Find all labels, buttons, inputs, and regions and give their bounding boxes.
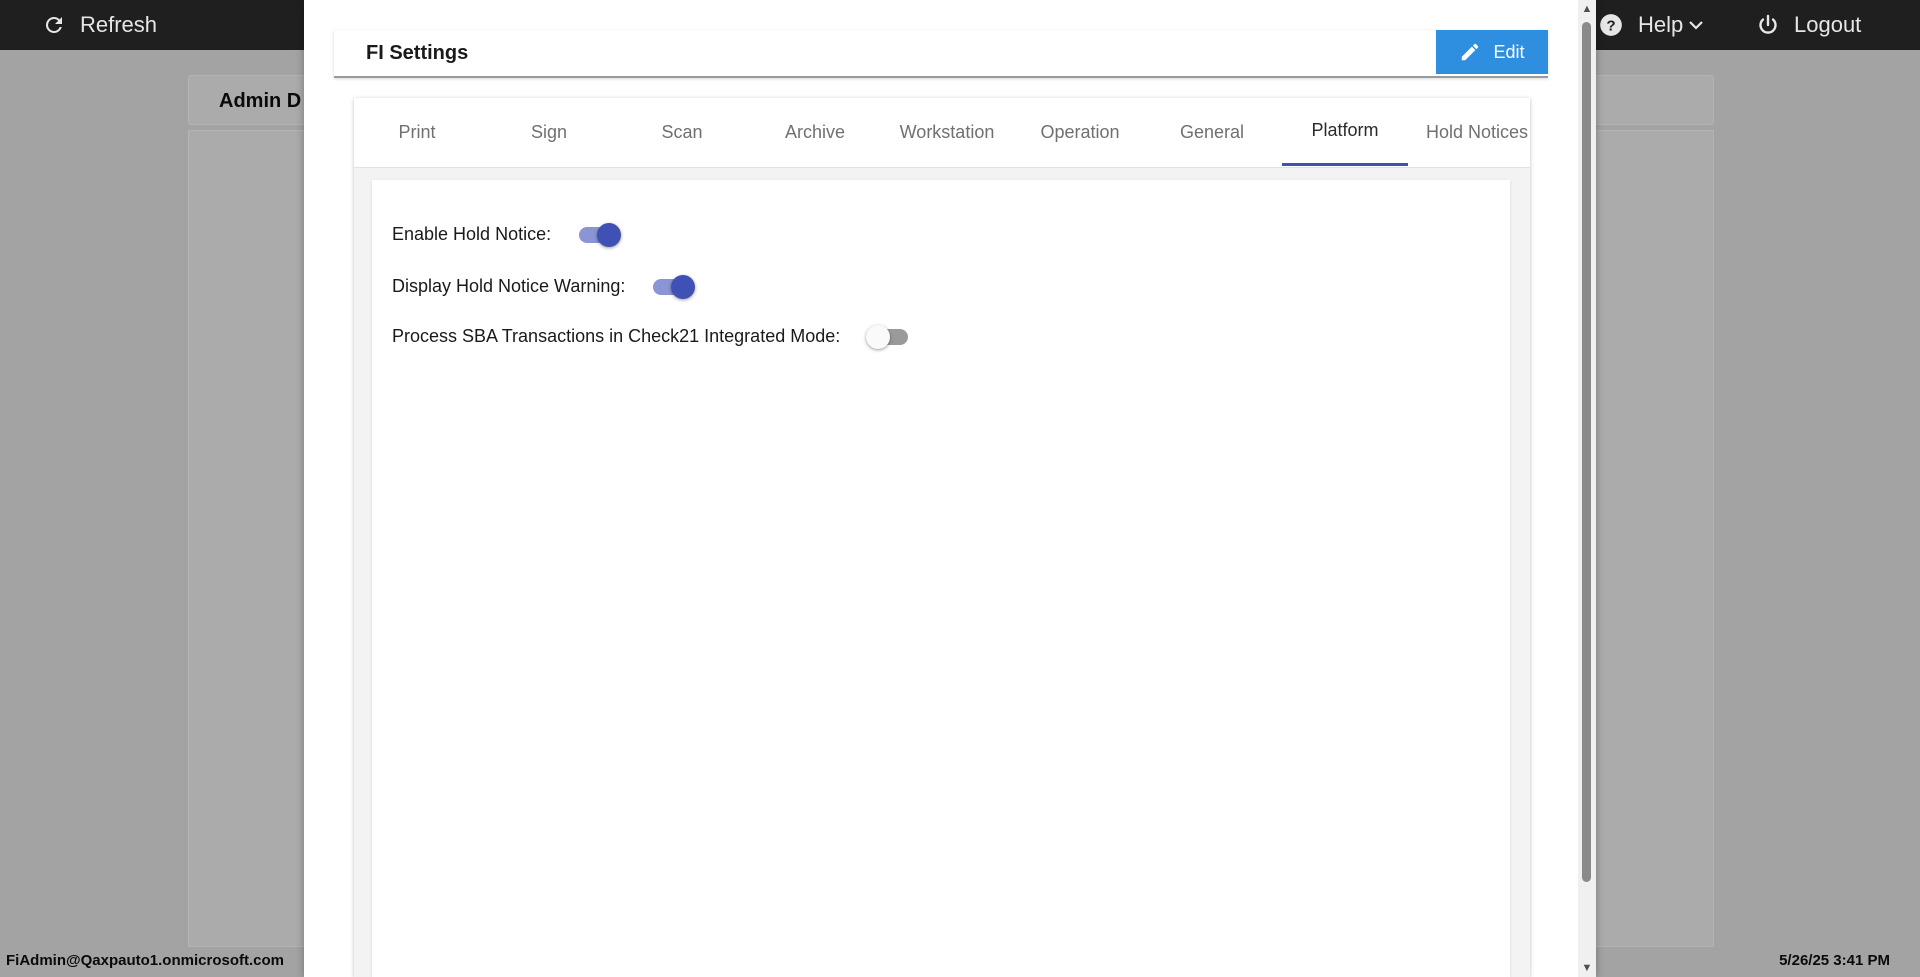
- setting-label: Enable Hold Notice:: [392, 223, 552, 244]
- tab-workstation[interactable]: Workstation: [884, 98, 1010, 166]
- tab-bar: Print Sign Scan Archive Workstation Oper…: [354, 98, 1530, 168]
- toggle-thumb: [597, 223, 622, 247]
- toggle-thumb: [866, 325, 891, 349]
- edit-label: Edit: [1493, 41, 1525, 62]
- setting-label: Display Hold Notice Warning:: [392, 275, 626, 296]
- modal-header: FI Settings Edit: [334, 30, 1548, 78]
- pencil-icon: [1459, 41, 1481, 63]
- setting-label: Process SBA Transactions in Check21 Inte…: [392, 325, 841, 346]
- logout-button[interactable]: Logout: [1756, 0, 1861, 50]
- chevron-down-icon: [1689, 20, 1704, 30]
- setting-process-sba-check21: Process SBA Transactions in Check21 Inte…: [392, 322, 910, 350]
- admin-title: Admin D: [219, 90, 302, 112]
- modal-title: FI Settings: [366, 42, 469, 64]
- process-sba-check21-toggle[interactable]: [866, 322, 910, 350]
- tab-hold-notices[interactable]: Hold Notices: [1414, 98, 1530, 166]
- help-label: Help: [1638, 12, 1684, 37]
- help-circle-icon: ?: [1598, 12, 1624, 38]
- fi-settings-modal: FI Settings Edit Print Sign Scan Archive…: [304, 0, 1596, 977]
- tab-print[interactable]: Print: [354, 98, 480, 166]
- edit-button[interactable]: Edit: [1436, 30, 1548, 74]
- tab-operation[interactable]: Operation: [1017, 98, 1143, 166]
- refresh-icon: [42, 13, 66, 37]
- setting-enable-hold-notice: Enable Hold Notice:: [392, 220, 622, 248]
- logout-label: Logout: [1794, 12, 1862, 37]
- refresh-button[interactable]: Refresh: [42, 0, 157, 50]
- tab-sign[interactable]: Sign: [486, 98, 612, 166]
- tab-scan[interactable]: Scan: [619, 98, 745, 166]
- scroll-down-icon[interactable]: ▼: [1578, 959, 1596, 977]
- platform-settings-panel: Enable Hold Notice: Display Hold Notice …: [372, 180, 1510, 977]
- tab-archive[interactable]: Archive: [752, 98, 878, 166]
- help-menu[interactable]: ? Help: [1598, 0, 1704, 50]
- toggle-thumb: [671, 275, 696, 299]
- settings-tabs-card: Print Sign Scan Archive Workstation Oper…: [354, 98, 1530, 977]
- svg-text:?: ?: [1606, 17, 1615, 34]
- footer-user: FiAdmin@Qaxpauto1.onmicrosoft.com: [6, 952, 284, 969]
- scroll-up-icon[interactable]: ▲: [1578, 0, 1596, 18]
- tab-general[interactable]: General: [1149, 98, 1275, 166]
- power-icon: [1756, 13, 1780, 37]
- enable-hold-notice-toggle[interactable]: [577, 220, 622, 248]
- refresh-label: Refresh: [80, 12, 158, 37]
- modal-scrollbar[interactable]: ▲ ▼: [1578, 0, 1596, 977]
- setting-display-hold-notice-warning: Display Hold Notice Warning:: [392, 272, 696, 300]
- display-hold-notice-warning-toggle[interactable]: [651, 272, 696, 300]
- scrollbar-thumb[interactable]: [1582, 22, 1591, 882]
- tab-platform[interactable]: Platform: [1282, 98, 1408, 166]
- footer-datetime: 5/26/25 3:41 PM: [1779, 952, 1890, 969]
